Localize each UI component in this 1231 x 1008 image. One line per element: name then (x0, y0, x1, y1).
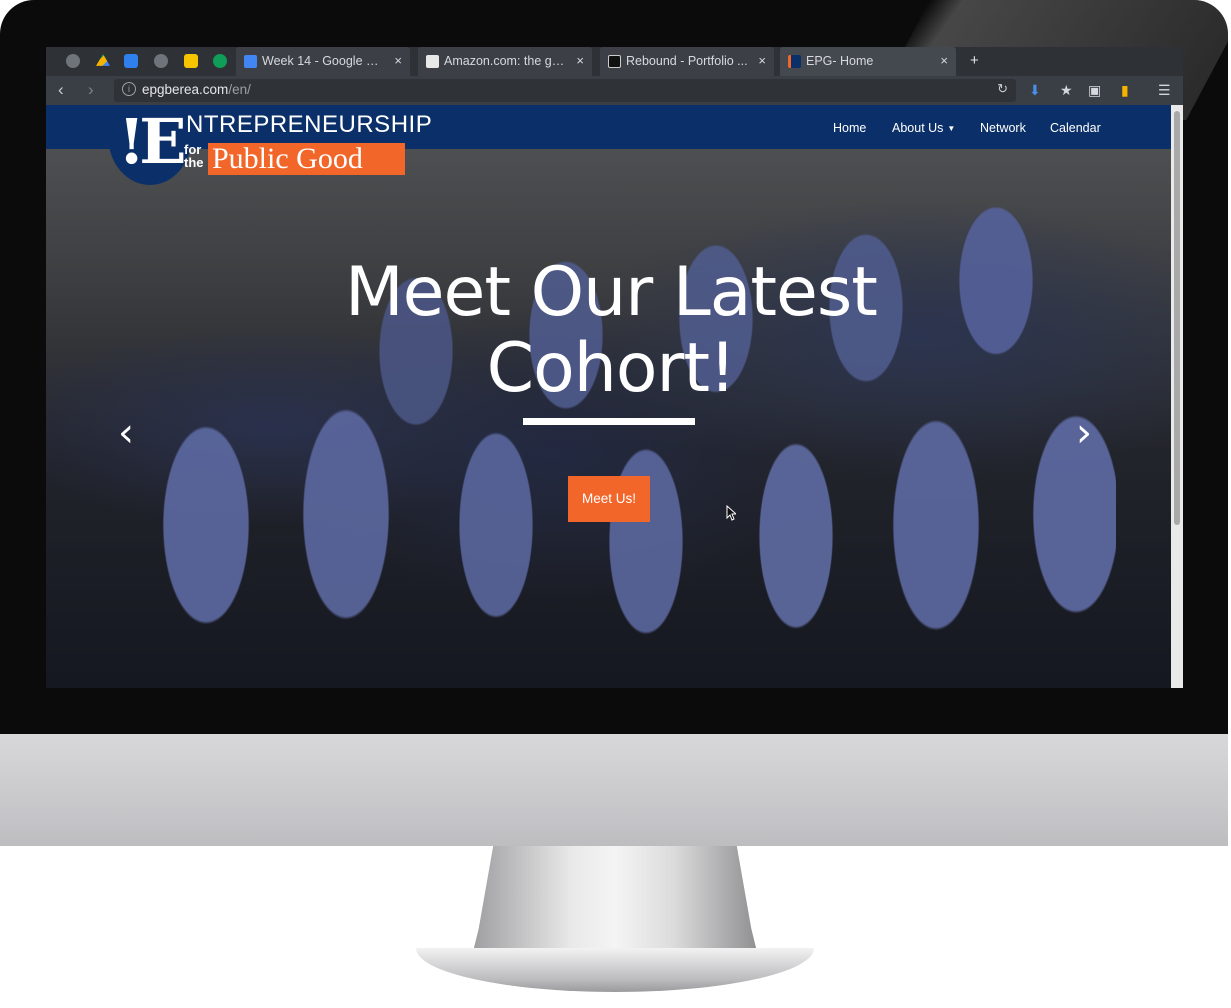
close-icon[interactable]: × (576, 53, 584, 68)
logo-mark[interactable]: !E (118, 111, 187, 173)
epg-icon (788, 55, 801, 68)
scrollbar-thumb[interactable] (1174, 111, 1180, 525)
nav-calendar[interactable]: Calendar (1050, 121, 1101, 135)
meet-us-button[interactable]: Meet Us! (568, 476, 650, 522)
keep-extension-icon[interactable]: ▮ (1121, 82, 1129, 99)
toolbar: ‹ › i epgberea.com/en/ ↻ ⬇ ★ ▣ ▮ ☰ (46, 76, 1183, 105)
tab-google-docs[interactable]: Week 14 - Google Do... × (236, 47, 410, 76)
tab-epg-home[interactable]: EPG- Home × (780, 47, 956, 76)
logo-public-good[interactable]: Public Good (208, 143, 405, 175)
tab-title: EPG- Home (806, 54, 874, 68)
reload-icon[interactable]: ↻ (997, 81, 1008, 97)
tab-title: Week 14 - Google Do... (262, 54, 386, 68)
caret-down-icon: ▼ (947, 124, 956, 134)
tab-strip: Week 14 - Google Do... × Amazon.com: the… (46, 47, 1183, 76)
google-drive-icon[interactable] (96, 54, 110, 66)
carousel-prev-icon[interactable]: ‹ (118, 410, 134, 456)
back-button[interactable]: ‹ (58, 80, 64, 100)
url-host: epgberea.com (142, 82, 229, 97)
screen: Week 14 - Google Do... × Amazon.com: the… (46, 47, 1183, 688)
hero-headline: Meet Our Latest Cohort! (345, 253, 878, 408)
monitor-stand (470, 846, 760, 964)
address-bar[interactable]: i epgberea.com/en/ ↻ (114, 79, 1016, 102)
url-text: epgberea.com/en/ (142, 82, 251, 97)
headline-underline (523, 418, 695, 425)
download-icon[interactable]: ⬇ (1029, 82, 1041, 99)
close-icon[interactable]: × (758, 53, 766, 68)
logo-for-the: for the (184, 142, 204, 170)
page-scrollbar[interactable] (1171, 105, 1183, 688)
logo-text[interactable]: NTREPRENEURSHIP (186, 111, 432, 139)
web-page: !E NTREPRENEURSHIP for the Public Good H… (46, 105, 1183, 688)
tab-rebound[interactable]: Rebound - Portfolio ... × (600, 47, 774, 76)
hero-carousel: !E NTREPRENEURSHIP for the Public Good H… (46, 105, 1171, 688)
nav-about-us[interactable]: About Us ▼ (892, 121, 955, 135)
tab-title: Amazon.com: the go... (444, 54, 568, 68)
mouse-cursor-icon (726, 505, 736, 521)
menu-icon[interactable]: ☰ (1158, 82, 1171, 99)
google-keep-icon[interactable] (184, 54, 198, 68)
cohort-photo (116, 145, 1116, 688)
new-tab-button[interactable]: + (970, 52, 979, 69)
nav-network[interactable]: Network (980, 121, 1026, 135)
tab-amazon[interactable]: Amazon.com: the go... × (418, 47, 592, 76)
bookmark-star-icon[interactable]: ★ (1060, 82, 1073, 99)
tab-title: Rebound - Portfolio ... (626, 54, 748, 68)
amazon-icon (426, 55, 439, 68)
site-navbar: !E NTREPRENEURSHIP for the Public Good H… (46, 105, 1171, 185)
close-icon[interactable]: × (940, 53, 948, 68)
mail-icon[interactable] (124, 54, 138, 68)
nav-home[interactable]: Home (833, 121, 866, 135)
rebound-icon (608, 55, 621, 68)
forward-button[interactable]: › (88, 80, 94, 100)
extension-icon[interactable]: ▣ (1088, 82, 1101, 99)
hangouts-icon[interactable] (213, 54, 227, 68)
docs-icon (244, 55, 257, 68)
url-path: /en/ (228, 82, 251, 97)
info-icon[interactable]: i (122, 82, 136, 96)
globe-icon[interactable] (66, 54, 80, 68)
nav-about-label: About Us (892, 121, 944, 135)
carousel-next-icon[interactable]: › (1076, 410, 1092, 456)
monitor-base (416, 948, 814, 992)
globe-icon[interactable] (154, 54, 168, 68)
close-icon[interactable]: × (394, 53, 402, 68)
monitor-chin (0, 734, 1228, 846)
